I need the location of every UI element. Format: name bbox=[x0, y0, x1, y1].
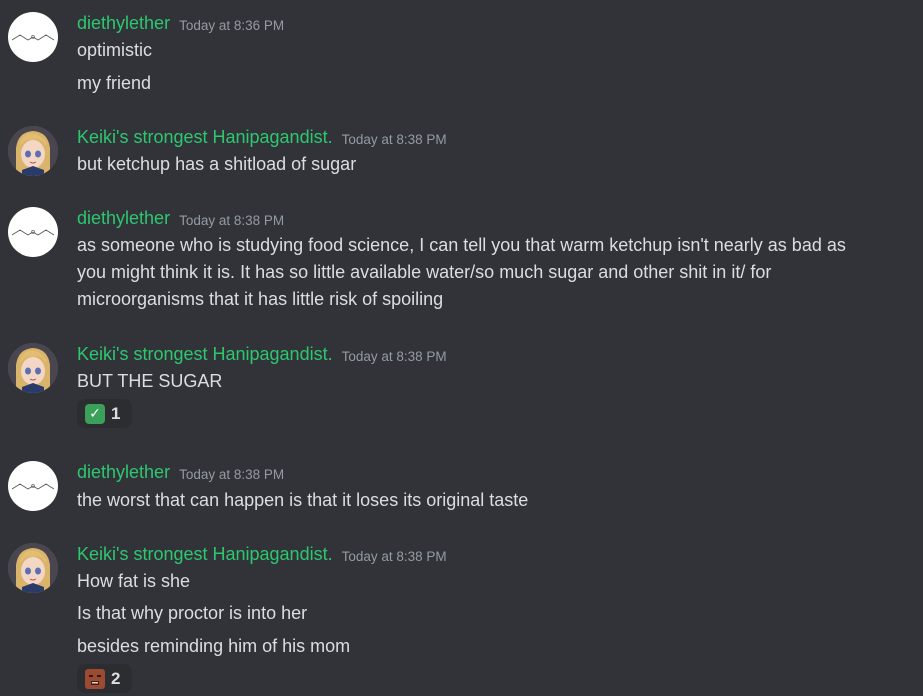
username[interactable]: diethylether bbox=[77, 13, 170, 33]
check-mark-emoji-icon: ✓ bbox=[85, 403, 105, 424]
message-text: How fat is she bbox=[77, 571, 191, 591]
timestamp[interactable]: Today at 8:38 PM bbox=[342, 549, 447, 564]
anime-girl-avatar[interactable] bbox=[8, 126, 58, 176]
face-emoji-icon bbox=[85, 668, 105, 689]
username[interactable]: diethylether bbox=[77, 208, 170, 228]
message-text: Is that why proctor is into her bbox=[77, 603, 308, 623]
reaction-button[interactable]: ✓ 1 bbox=[77, 399, 132, 428]
timestamp[interactable]: Today at 8:38 PM bbox=[179, 467, 284, 482]
message-text: besides reminding him of his mom bbox=[77, 636, 351, 656]
anime-girl-avatar[interactable] bbox=[8, 543, 58, 593]
reaction-count: 1 bbox=[111, 403, 121, 423]
message-text: microorganisms that it has little risk o… bbox=[77, 289, 444, 309]
ether-molecule-avatar[interactable] bbox=[8, 461, 58, 511]
ether-molecule-avatar[interactable] bbox=[8, 207, 58, 257]
anime-girl-avatar[interactable] bbox=[8, 343, 58, 393]
message-text: BUT THE SUGAR bbox=[77, 371, 223, 391]
timestamp[interactable]: Today at 8:36 PM bbox=[179, 18, 284, 33]
ether-molecule-avatar[interactable] bbox=[8, 12, 58, 62]
reaction-button[interactable]: 2 bbox=[77, 664, 132, 693]
timestamp[interactable]: Today at 8:38 PM bbox=[342, 349, 447, 364]
username[interactable]: diethylether bbox=[77, 462, 170, 482]
reaction-count: 2 bbox=[111, 668, 121, 688]
message-text: the worst that can happen is that it los… bbox=[77, 490, 529, 510]
username[interactable]: Keiki's strongest Hanipagandist. bbox=[77, 544, 333, 564]
message-text: as someone who is studying food science,… bbox=[77, 235, 846, 255]
message-text: optimistic bbox=[77, 40, 153, 60]
message-text: you might think it is. It has so little … bbox=[77, 262, 772, 282]
username[interactable]: Keiki's strongest Hanipagandist. bbox=[77, 127, 333, 147]
message-text: but ketchup has a shitload of sugar bbox=[77, 154, 357, 174]
timestamp[interactable]: Today at 8:38 PM bbox=[342, 132, 447, 147]
message-text: my friend bbox=[77, 73, 152, 93]
timestamp[interactable]: Today at 8:38 PM bbox=[179, 213, 284, 228]
username[interactable]: Keiki's strongest Hanipagandist. bbox=[77, 344, 333, 364]
